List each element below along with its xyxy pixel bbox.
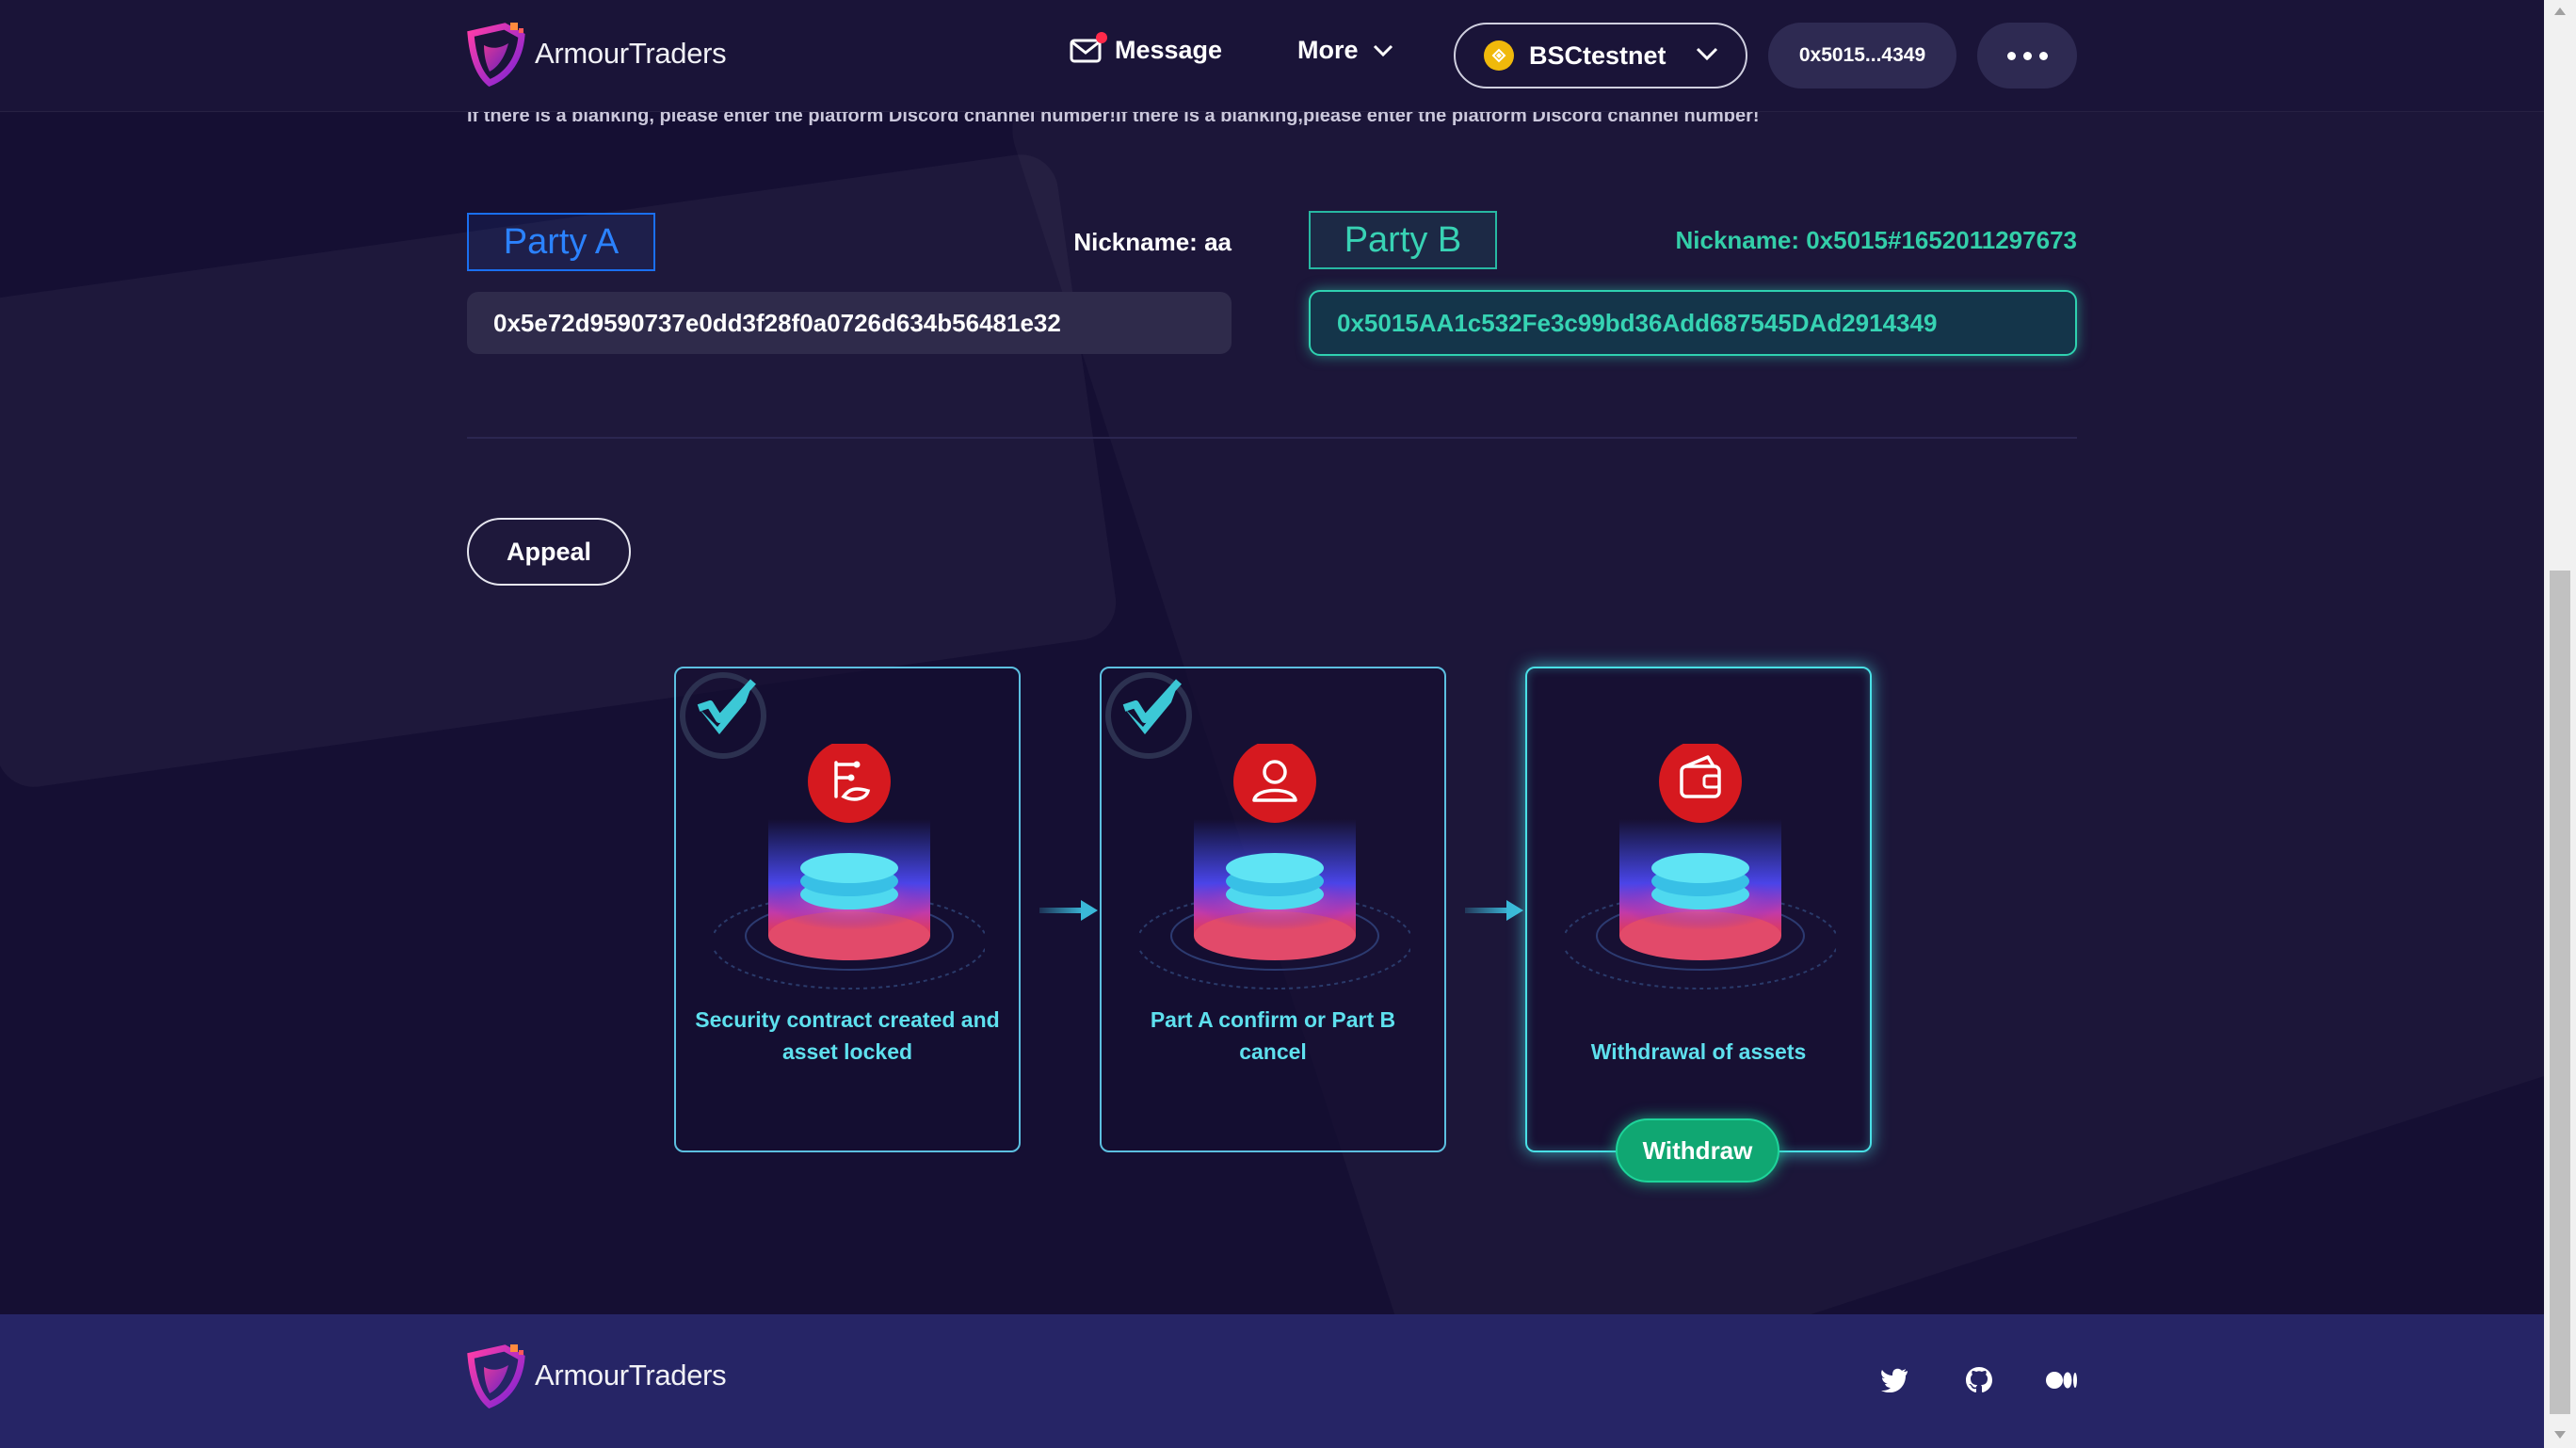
mail-icon: [1070, 31, 1107, 64]
network-selector[interactable]: BSCtestnet: [1454, 23, 1747, 88]
step-card-contract: Security contract created and asset lock…: [674, 667, 1021, 1152]
more-options-button[interactable]: [1977, 23, 2077, 88]
party-a-nickname: Nickname: aa: [1073, 228, 1232, 256]
arrow-right-icon: [1039, 900, 1098, 921]
page-scrollbar[interactable]: [2544, 0, 2576, 1448]
party-b-label: Party B: [1309, 211, 1497, 269]
notification-dot: [1096, 31, 1107, 43]
ellipsis-icon: [2006, 51, 2048, 60]
arrow-right-icon: [1465, 900, 1523, 921]
shield-logo-icon: [467, 23, 525, 87]
step-text: Security contract created and asset lock…: [695, 1007, 1000, 1064]
top-navbar: ArmourTraders Message More BSCtestnet 0x…: [0, 0, 2544, 112]
bnb-coin-icon: [1484, 40, 1514, 71]
medium-icon[interactable]: [2045, 1363, 2079, 1397]
step-card-confirm: Part A confirm or Part B cancel: [1100, 667, 1446, 1152]
chevron-down-icon: [1696, 47, 1718, 61]
wallet-address-button[interactable]: 0x5015...4349: [1768, 23, 1956, 88]
more-menu[interactable]: More: [1297, 36, 1394, 65]
platform-graphic: [714, 744, 985, 989]
brand-name: ArmourTraders: [535, 37, 727, 70]
more-label: More: [1297, 36, 1359, 64]
network-label: BSCtestnet: [1529, 40, 1666, 70]
step-card-withdrawal: Withdrawal of assets: [1525, 667, 1872, 1152]
wallet-address: 0x5015...4349: [1798, 44, 1926, 66]
scroll-thumb[interactable]: [2550, 571, 2570, 1414]
footer-brand-logo[interactable]: ArmourTraders: [467, 1343, 727, 1408]
appeal-button[interactable]: Appeal: [467, 518, 631, 586]
github-icon[interactable]: [1962, 1363, 1996, 1397]
party-b-nickname: Nickname: 0x5015#1652011297673: [1675, 226, 2078, 254]
section-divider: [467, 437, 2077, 439]
party-b-address: 0x5015AA1c532Fe3c99bd36Add687545DAd29143…: [1309, 290, 2077, 356]
twitter-icon[interactable]: [1877, 1363, 1911, 1397]
message-nav[interactable]: Message: [1070, 31, 1223, 65]
scroll-up-icon[interactable]: [2554, 8, 2566, 15]
party-a-address: 0x5e72d9590737e0dd3f28f0a0726d634b56481e…: [467, 292, 1232, 354]
footer: ArmourTraders: [0, 1314, 2544, 1448]
party-a-label: Party A: [467, 213, 655, 271]
withdraw-button[interactable]: Withdraw: [1616, 1118, 1779, 1183]
step-text: Withdrawal of assets: [1590, 1039, 1807, 1064]
message-label: Message: [1115, 36, 1223, 64]
brand-logo[interactable]: ArmourTraders: [467, 21, 727, 87]
platform-graphic: [1565, 744, 1836, 989]
platform-graphic: [1139, 744, 1410, 989]
step-text: Part A confirm or Part B cancel: [1150, 1007, 1396, 1064]
shield-logo-icon: [467, 1344, 525, 1408]
scroll-down-icon[interactable]: [2554, 1431, 2566, 1439]
chevron-down-icon: [1373, 44, 1393, 56]
footer-brand-name: ArmourTraders: [535, 1359, 727, 1392]
